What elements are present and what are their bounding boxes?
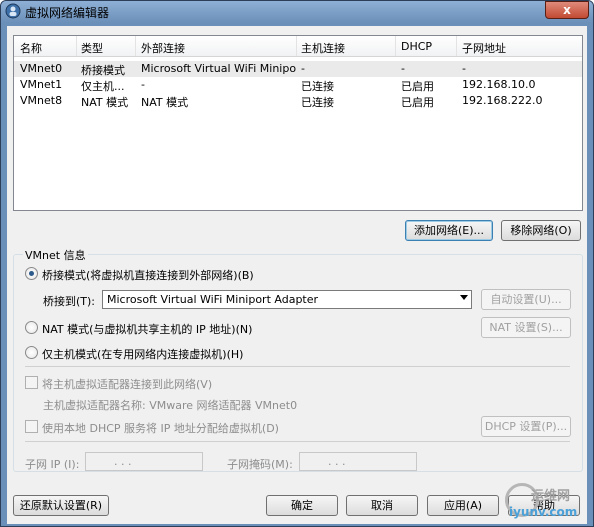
remove-network-button[interactable]: 移除网络(O) [501,220,581,241]
column-header-dhcp[interactable]: DHCP [401,40,432,53]
network-list-header: 名称 类型 外部连接 主机连接 DHCP 子网地址 [14,36,582,57]
cell-external: Microsoft Virtual WiFi Minipo... [141,62,296,75]
cell-subnet: 192.168.222.0 [462,94,543,107]
cell-type: 桥接模式 [81,64,125,77]
column-header-type[interactable]: 类型 [81,40,103,56]
cell-host: 已连接 [301,96,334,109]
cell-name: VMnet1 [20,78,63,91]
cell-host: - [301,62,305,75]
subnet-ip-field[interactable]: . . . [85,452,203,471]
cell-dhcp: - [401,62,405,75]
cell-subnet: 192.168.10.0 [462,78,536,91]
hostonly-mode-label[interactable]: 仅主机模式(在专用网络内连接虚拟机)(H) [42,346,243,362]
use-dhcp-label[interactable]: 使用本地 DHCP 服务将 IP 地址分配给虚拟机(D) [42,420,279,436]
network-list[interactable]: 名称 类型 外部连接 主机连接 DHCP 子网地址 VMnet0 桥接模式 Mi… [13,35,583,211]
cell-dhcp: 已启用 [401,80,434,93]
table-row-vmnet0[interactable]: VMnet0 桥接模式 Microsoft Virtual WiFi Minip… [14,61,582,77]
hostonly-mode-radio[interactable] [25,346,38,359]
cell-name: VMnet8 [20,94,63,107]
window-title: 虚拟网络编辑器 [25,6,110,20]
title-bar[interactable]: 虚拟网络编辑器 x [1,1,593,23]
column-header-name[interactable]: 名称 [20,40,42,56]
cancel-button[interactable]: 取消 [346,495,418,516]
cell-subnet: - [462,62,466,75]
chevron-down-icon[interactable] [460,295,468,300]
apply-button[interactable]: 应用(A) [427,495,499,516]
bridged-mode-label[interactable]: 桥接模式(将虚拟机直接连接到外部网络)(B) [42,267,254,283]
nat-settings-button[interactable]: NAT 设置(S)... [481,317,571,338]
ok-button[interactable]: 确定 [266,495,338,516]
divider [25,366,570,367]
virtual-network-editor-window: 虚拟网络编辑器 x 名称 类型 外部连接 主机连接 DHCP 子网地址 VMne… [0,0,594,527]
bridged-mode-radio[interactable] [25,267,38,280]
cell-external: NAT 模式 [141,96,189,109]
close-button[interactable]: x [545,1,589,19]
bridged-to-dropdown[interactable]: Microsoft Virtual WiFi Miniport Adapter [102,290,472,309]
column-header-host[interactable]: 主机连接 [301,40,345,56]
nat-mode-label[interactable]: NAT 模式(与虚拟机共享主机的 IP 地址)(N) [42,321,252,337]
connect-adapter-label[interactable]: 将主机虚拟适配器连接到此网络(V) [42,376,212,392]
network-app-icon [5,3,21,19]
auto-settings-button[interactable]: 自动设置(U)... [481,289,571,310]
bridged-to-value: Microsoft Virtual WiFi Miniport Adapter [107,293,319,306]
add-network-button[interactable]: 添加网络(E)... [405,220,493,241]
adapter-name-label: 主机虚拟适配器名称: VMware 网络适配器 VMnet0 [43,399,298,412]
dialog-client-area: 名称 类型 外部连接 主机连接 DHCP 子网地址 VMnet0 桥接模式 Mi… [7,26,587,524]
nat-mode-radio[interactable] [25,321,38,334]
close-icon: x [563,3,571,17]
cell-type: 仅主机... [81,80,125,93]
bridged-to-label: 桥接到(T): [43,295,96,308]
subnet-mask-label: 子网掩码(M): [227,458,293,471]
vmnet-info-label: VMnet 信息 [23,247,88,263]
watermark-cn: 运维网 [531,489,571,504]
cell-name: VMnet0 [20,62,63,75]
table-row-vmnet8[interactable]: VMnet8 NAT 模式 NAT 模式 已连接 已启用 192.168.222… [14,93,582,109]
cell-type: NAT 模式 [81,96,129,109]
cell-external: - [141,78,145,91]
watermark-url: iyunv.com [509,505,578,519]
vmnet-info-group [13,254,583,472]
column-header-subnet[interactable]: 子网地址 [462,40,506,56]
column-header-external[interactable]: 外部连接 [141,40,185,56]
table-row-vmnet1[interactable]: VMnet1 仅主机... - 已连接 已启用 192.168.10.0 [14,77,582,93]
use-dhcp-checkbox[interactable] [25,420,38,433]
site-watermark: 运维网 iyunv.com [501,481,593,526]
connect-adapter-checkbox[interactable] [25,376,38,389]
subnet-mask-field[interactable]: . . . [299,452,417,471]
restore-defaults-button[interactable]: 还原默认设置(R) [13,495,109,516]
cell-host: 已连接 [301,80,334,93]
divider [25,441,570,442]
dhcp-settings-button[interactable]: DHCP 设置(P)... [481,416,571,437]
cell-dhcp: 已启用 [401,96,434,109]
subnet-ip-label: 子网 IP (I): [25,458,80,471]
